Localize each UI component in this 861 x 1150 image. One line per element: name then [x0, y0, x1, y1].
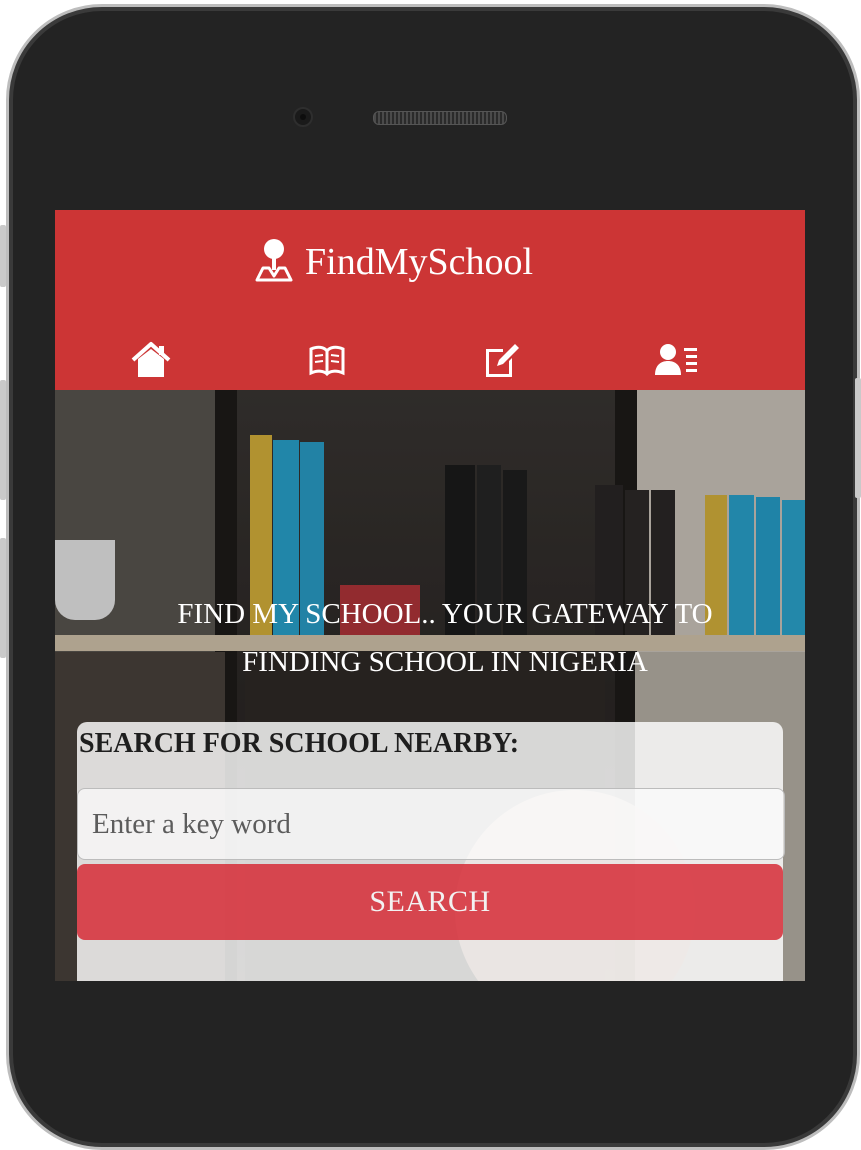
side-button-left: [0, 225, 6, 287]
edit-icon: [483, 341, 521, 384]
home-icon: [131, 341, 171, 384]
earpiece-speaker: [373, 111, 507, 125]
front-camera: [293, 107, 313, 127]
search-card: SEARCH FOR SCHOOL NEARBY: SEARCH: [77, 722, 785, 981]
map-pin-person-icon: [253, 236, 295, 287]
search-input[interactable]: [77, 788, 785, 860]
side-button-right: [855, 378, 861, 498]
nav-register[interactable]: [472, 340, 532, 384]
phone-screen: FindMySchool FIND MY SCHOOL.. YOUR GATEW…: [55, 210, 805, 981]
nav-home[interactable]: [121, 340, 181, 384]
side-button-left-3: [0, 538, 6, 658]
app-header: FindMySchool: [55, 210, 805, 390]
brand[interactable]: FindMySchool: [253, 236, 533, 287]
book-icon: [308, 343, 346, 382]
nav-schools[interactable]: [297, 340, 357, 384]
user-list-icon: [655, 343, 699, 382]
hero-section: FIND MY SCHOOL.. YOUR GATEWAY TO FINDING…: [55, 390, 805, 981]
hero-title: FIND MY SCHOOL.. YOUR GATEWAY TO FINDING…: [177, 598, 713, 678]
brand-name: FindMySchool: [305, 240, 534, 283]
nav-account[interactable]: [647, 340, 707, 384]
side-button-left-2: [0, 380, 6, 500]
search-label: SEARCH FOR SCHOOL NEARBY:: [79, 728, 520, 759]
search-button[interactable]: SEARCH: [77, 864, 783, 940]
nav-bar: [55, 340, 805, 390]
